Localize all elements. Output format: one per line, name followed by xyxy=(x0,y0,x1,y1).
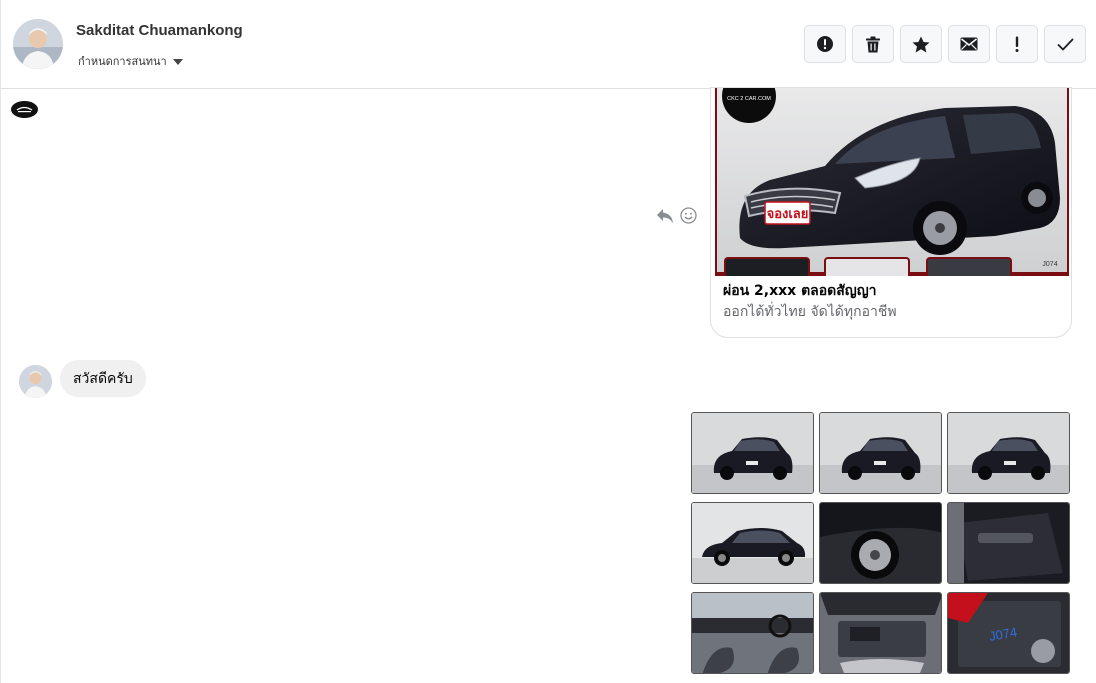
caret-down-icon xyxy=(172,58,183,65)
photo-engine-bay xyxy=(820,593,941,673)
checkmark-icon xyxy=(1057,38,1073,50)
page-logo-icon xyxy=(11,101,38,118)
exclamation-icon xyxy=(1015,36,1019,52)
contact-avatar[interactable] xyxy=(13,19,63,69)
message-thread: CKC 2 CAR.COM จองเลย J074 ผ่อน 2,xxx ตลอ… xyxy=(0,87,1096,683)
trash-icon xyxy=(866,36,880,52)
card-code-text: J074 xyxy=(1042,261,1057,268)
photo-thumbnail[interactable] xyxy=(819,502,942,584)
photo-thumbnail[interactable] xyxy=(691,412,814,494)
mark-unread-button[interactable] xyxy=(948,25,990,63)
envelope-icon xyxy=(960,37,978,51)
photo-battery-closeup: J074 xyxy=(948,593,1069,673)
photo-thumbnail[interactable] xyxy=(819,592,942,674)
contact-name: Sakditat Chuamankong xyxy=(76,22,243,39)
star-button[interactable] xyxy=(900,25,942,63)
header-toolbar xyxy=(804,25,1086,63)
card-sticker-text: จองเลย xyxy=(767,207,809,222)
photo-wheel-closeup xyxy=(820,503,941,583)
photo-thumbnail[interactable]: J074 xyxy=(947,592,1070,674)
photo-thumbnail[interactable] xyxy=(819,412,942,494)
link-preview-card[interactable]: CKC 2 CAR.COM จองเลย J074 ผ่อน 2,xxx ตลอ… xyxy=(710,87,1072,338)
photo-door-interior xyxy=(948,503,1069,583)
mark-important-button[interactable] xyxy=(996,25,1038,63)
card-car-image: CKC 2 CAR.COM จองเลย J074 xyxy=(715,88,1069,276)
conversation-label-dropdown[interactable]: กำหนดการสนทนา xyxy=(78,52,183,70)
photo-grid: J074 xyxy=(690,412,1070,674)
mark-done-button[interactable] xyxy=(1044,25,1086,63)
sender-avatar-image xyxy=(19,365,52,398)
photo-rear-view xyxy=(948,413,1069,493)
message-actions xyxy=(656,207,697,224)
photo-thumbnail[interactable] xyxy=(691,592,814,674)
photo-thumbnail[interactable] xyxy=(691,502,814,584)
delete-button[interactable] xyxy=(852,25,894,63)
page-avatar-logo xyxy=(11,101,38,118)
photo-side-view xyxy=(692,503,813,583)
photo-front-left-view xyxy=(692,413,813,493)
card-description: ออกได้ทั่วไทย จัดได้ทุกอาชีพ xyxy=(723,304,897,320)
contact-avatar-image xyxy=(13,19,63,69)
mark-spam-button[interactable] xyxy=(804,25,846,63)
card-title: ผ่อน 2,xxx ตลอดสัญญา xyxy=(723,283,877,299)
star-icon xyxy=(912,36,930,52)
alert-circle-icon xyxy=(817,36,833,52)
photo-front-right-view xyxy=(820,413,941,493)
card-brand-text: CKC 2 CAR.COM xyxy=(727,96,771,102)
incoming-message-bubble[interactable]: สวัสดีครับ xyxy=(60,360,146,397)
photo-thumbnail[interactable] xyxy=(947,412,1070,494)
photo-thumbnail[interactable] xyxy=(947,502,1070,584)
conversation-header: Sakditat Chuamankong กำหนดการสนทนา xyxy=(0,0,1096,89)
reply-icon[interactable] xyxy=(656,208,674,224)
sender-avatar[interactable] xyxy=(19,365,52,398)
emoji-reaction-icon[interactable] xyxy=(680,207,697,224)
conversation-label-text: กำหนดการสนทนา xyxy=(78,55,167,68)
photo-dashboard-interior xyxy=(692,593,813,673)
